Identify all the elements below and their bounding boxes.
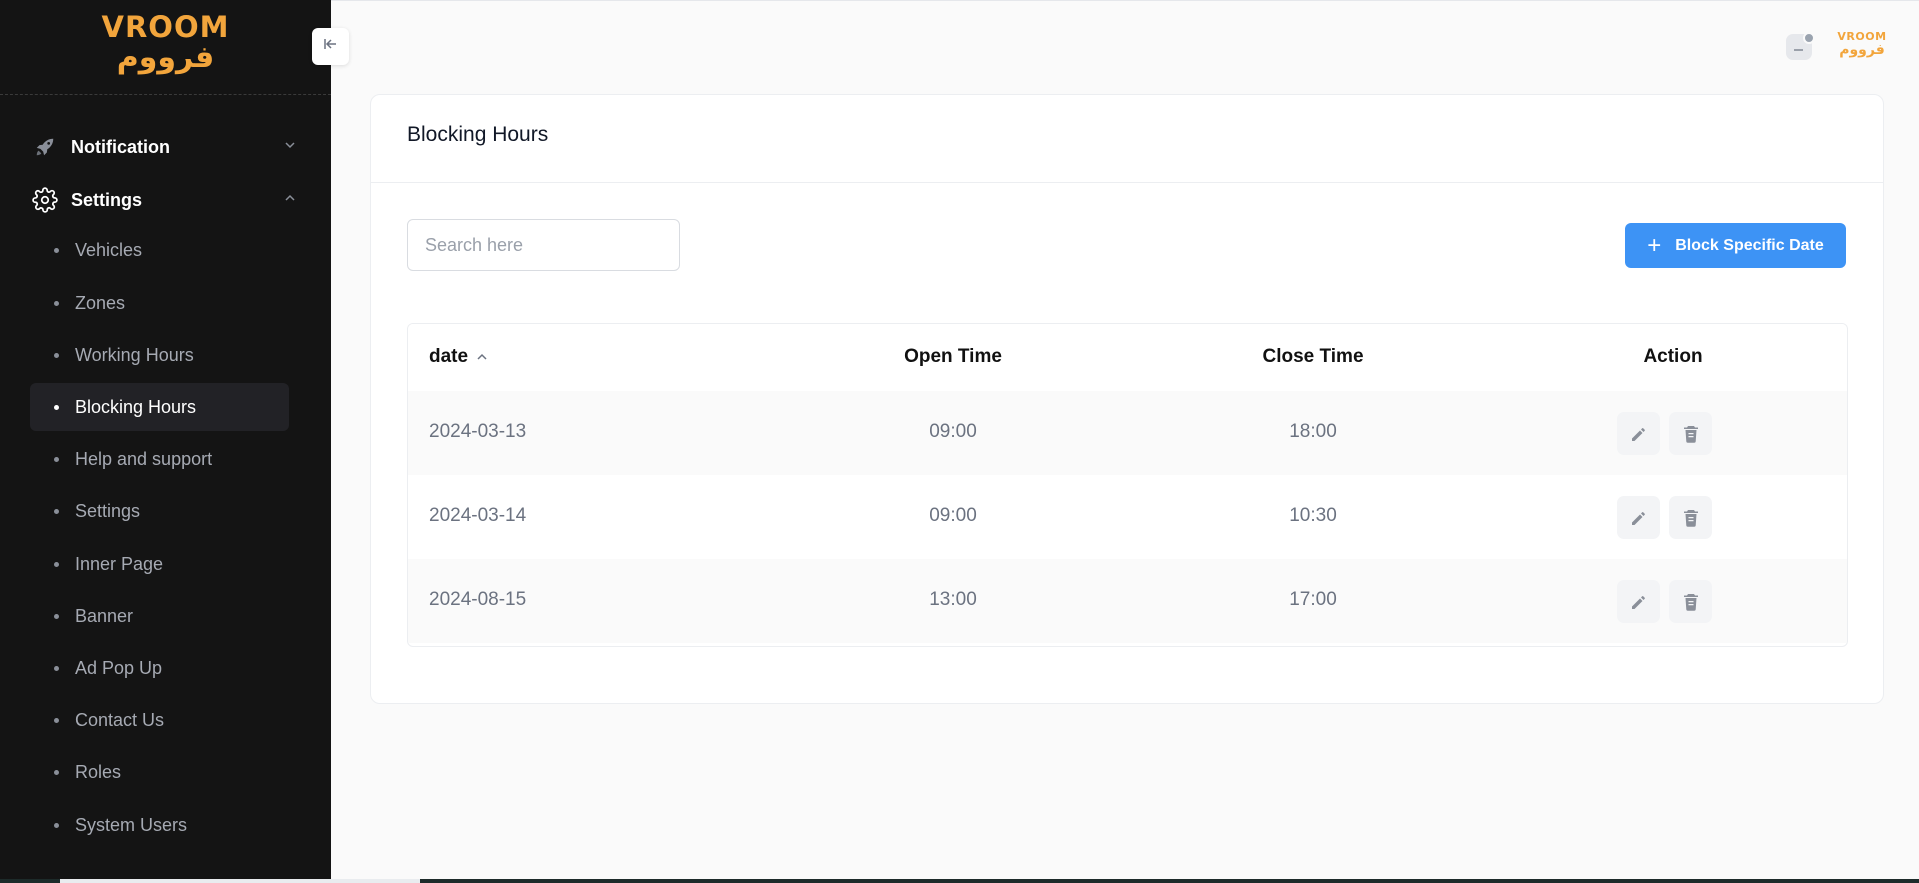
sidebar: VROOM فرووم Notification Settings Vehicl (0, 0, 331, 879)
sidebar-item-roles[interactable]: Roles (30, 748, 289, 796)
logo-text-ar: فرووم (116, 40, 215, 75)
blocking-hours-card: Blocking Hours + Block Specific Date dat… (370, 94, 1884, 704)
nav-notification[interactable]: Notification (30, 127, 296, 167)
nav-settings[interactable]: Settings (30, 180, 296, 220)
sidebar-item-working-hours[interactable]: Working Hours (30, 331, 289, 379)
card-divider (371, 182, 1883, 183)
column-header-close-time: Close Time (1262, 346, 1364, 367)
table-row: 2024-08-15 13:00 17:00 (408, 559, 1847, 643)
page-title: Blocking Hours (407, 123, 549, 146)
top-divider (331, 0, 1919, 1)
sidebar-item-label: Roles (75, 761, 122, 782)
bullet-icon (54, 822, 59, 828)
cell-open-time: 09:00 (929, 421, 977, 442)
collapse-sidebar-button[interactable] (312, 28, 349, 65)
edit-button[interactable] (1617, 496, 1660, 539)
sidebar-item-banner[interactable]: Banner (30, 592, 289, 640)
cell-date: 2024-08-15 (429, 589, 527, 610)
brand-logo[interactable]: VROOM فرووم (0, 0, 331, 95)
sidebar-item-label: Inner Page (75, 553, 164, 574)
sidebar-item-zones[interactable]: Zones (30, 279, 289, 327)
table-row: 2024-03-13 09:00 18:00 (408, 391, 1847, 475)
bullet-icon (54, 561, 59, 567)
delete-button[interactable] (1669, 580, 1712, 623)
bullet-icon (54, 300, 59, 306)
bullet-icon (54, 613, 59, 619)
trash-icon (1683, 593, 1698, 611)
bullet-icon (54, 404, 59, 410)
sidebar-item-system-users[interactable]: System Users (30, 801, 289, 849)
gear-icon (30, 185, 60, 215)
header-logo: VROOM فرووم (1834, 30, 1890, 57)
bullet-icon (54, 352, 59, 358)
column-header-open-time: Open Time (904, 346, 1002, 367)
cell-close-time: 17:00 (1289, 589, 1337, 610)
column-header-date[interactable]: date (429, 346, 488, 368)
sidebar-item-label: Zones (75, 292, 126, 313)
nav-notification-label: Notification (71, 136, 170, 157)
edit-button[interactable] (1617, 412, 1660, 455)
sidebar-item-label: Blocking Hours (75, 396, 197, 417)
header-logo-ar: فرووم (1839, 42, 1885, 58)
taskbar-segment (60, 879, 420, 883)
sidebar-item-ad-pop-up[interactable]: Ad Pop Up (30, 644, 289, 692)
sidebar-item-label: System Users (75, 814, 188, 835)
table-row: 2024-03-14 09:00 10:30 (408, 475, 1847, 559)
column-header-action: Action (1643, 346, 1703, 367)
bullet-icon (54, 508, 59, 514)
status-badge (1803, 32, 1815, 44)
sidebar-item-label: Ad Pop Up (75, 657, 163, 678)
sidebar-item-settings[interactable]: Settings (30, 487, 289, 535)
search-input[interactable] (407, 219, 680, 271)
avatar-glyph (1794, 49, 1803, 51)
pencil-icon (1631, 427, 1645, 441)
cell-open-time: 13:00 (929, 589, 977, 610)
delete-button[interactable] (1669, 412, 1712, 455)
arrow-left-icon (323, 37, 339, 56)
taskbar-strip (0, 879, 1919, 883)
bullet-icon (54, 247, 59, 253)
pencil-icon (1631, 511, 1645, 525)
sidebar-item-contact-us[interactable]: Contact Us (30, 696, 289, 744)
sidebar-item-vehicles[interactable]: Vehicles (30, 226, 289, 274)
sidebar-item-blocking-hours[interactable]: Blocking Hours (30, 383, 289, 431)
sidebar-item-inner-page[interactable]: Inner Page (30, 540, 289, 588)
sort-ascending-icon (476, 351, 488, 363)
sidebar-item-label: Contact Us (75, 709, 165, 730)
sidebar-item-label: Settings (75, 500, 141, 521)
cell-close-time: 10:30 (1289, 505, 1337, 526)
nav-settings-label: Settings (71, 189, 143, 210)
sidebar-item-label: Banner (75, 605, 134, 626)
sidebar-item-label: Working Hours (75, 344, 194, 365)
plus-icon: + (1647, 231, 1662, 259)
column-header-label: date (429, 346, 469, 367)
cell-open-time: 09:00 (929, 505, 977, 526)
sidebar-item-label: Vehicles (75, 239, 143, 260)
blocking-hours-table: date Open Time Close Time Action 2024-03… (407, 323, 1848, 647)
chevron-up-icon (284, 191, 296, 209)
sidebar-item-help-and-support[interactable]: Help and support (30, 435, 289, 483)
edit-button[interactable] (1617, 580, 1660, 623)
sidebar-item-label: Help and support (75, 448, 213, 469)
bullet-icon (54, 665, 59, 671)
cell-close-time: 18:00 (1289, 421, 1337, 442)
trash-icon (1683, 509, 1698, 527)
cell-date: 2024-03-14 (429, 505, 527, 526)
chevron-down-icon (284, 138, 296, 156)
rocket-icon (30, 132, 60, 162)
cell-date: 2024-03-13 (429, 421, 527, 442)
user-avatar[interactable] (1786, 32, 1815, 60)
block-specific-date-label: Block Specific Date (1675, 236, 1824, 254)
table-header: date Open Time Close Time Action (408, 324, 1847, 391)
logo-text-en: VROOM (101, 10, 230, 44)
delete-button[interactable] (1669, 496, 1712, 539)
block-specific-date-button[interactable]: + Block Specific Date (1625, 223, 1846, 268)
bullet-icon (54, 456, 59, 462)
trash-icon (1683, 425, 1698, 443)
bullet-icon (54, 717, 59, 723)
pencil-icon (1631, 595, 1645, 609)
bullet-icon (54, 769, 59, 775)
